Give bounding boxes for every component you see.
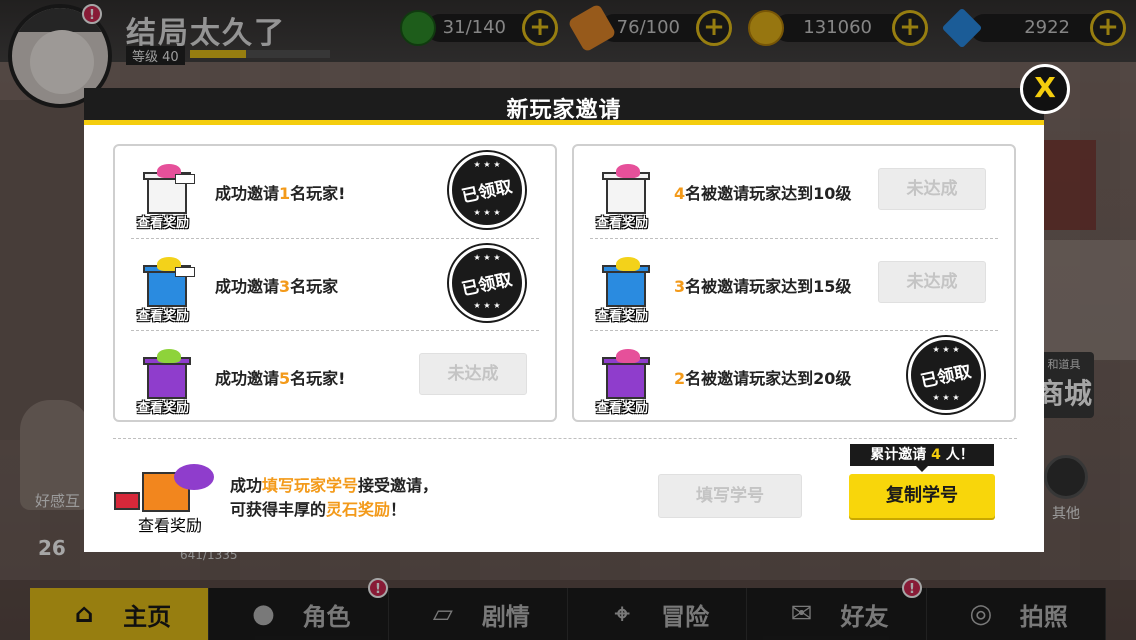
reward-row: 查看奖励 3名被邀请玩家达到15级 未达成: [590, 238, 998, 330]
gift-tag: [175, 174, 195, 184]
view-reward-label[interactable]: 查看奖励: [137, 305, 189, 324]
gift-box-icon: [606, 361, 646, 399]
reward-gift[interactable]: 查看奖励: [594, 164, 664, 231]
count-pre: 累计邀请: [870, 447, 927, 463]
invite-description: 成功填写玩家学号接受邀请， 可获得丰厚的灵石奖励！: [230, 474, 438, 522]
condition-num: 3: [279, 277, 291, 296]
condition-pre: 成功邀请: [215, 277, 280, 296]
gift-box-icon: [606, 269, 646, 307]
not-achieved-button[interactable]: 未达成: [419, 353, 527, 395]
gift-box-small-icon: [114, 492, 140, 510]
invite-dialog: 新玩家邀请 查看奖励 成功邀请1名玩家! ★ ★ ★ 已领取 ★ ★ ★ 查看奖励 …: [84, 88, 1044, 552]
reward-row: 查看奖励 成功邀请3名玩家 ★ ★ ★ 已领取 ★ ★ ★: [131, 238, 539, 330]
stamp-stars-icon: ★ ★ ★: [473, 253, 501, 262]
reward-row: 查看奖励 4名被邀请玩家达到10级 未达成: [590, 146, 998, 238]
reward-row: 查看奖励 成功邀请1名玩家! ★ ★ ★ 已领取 ★ ★ ★: [131, 146, 539, 238]
gift-bow-icon: [174, 464, 214, 490]
reward-condition: 成功邀请5名玩家!: [215, 365, 345, 389]
not-achieved-button[interactable]: 未达成: [878, 168, 986, 210]
reward-row: 查看奖励 2名被邀请玩家达到20级 ★ ★ ★ 已领取 ★ ★ ★: [590, 330, 998, 422]
reward-condition: 成功邀请1名玩家!: [215, 180, 345, 204]
condition-num: 4: [674, 184, 686, 203]
view-reward-label[interactable]: 查看奖励: [596, 305, 648, 324]
desc-pre: 成功: [230, 476, 263, 495]
condition-num: 5: [279, 369, 291, 388]
desc-highlight: 灵石奖励: [326, 500, 391, 519]
invite-description-line1: 成功填写玩家学号接受邀请，: [230, 474, 438, 498]
stamp-stars-icon: ★ ★ ★: [473, 160, 501, 169]
desc-highlight: 填写玩家学号: [262, 476, 359, 495]
view-reward-label[interactable]: 查看奖励: [596, 397, 648, 416]
condition-pre: 成功邀请: [215, 369, 280, 388]
condition-post: 名玩家: [290, 277, 339, 296]
stamp-stars-icon: ★ ★ ★: [473, 301, 501, 310]
reward-row: 查看奖励 成功邀请5名玩家! 未达成: [131, 330, 539, 422]
condition-num: 1: [279, 184, 291, 203]
stamp-stars-icon: ★ ★ ★: [932, 393, 960, 402]
condition-num: 2: [674, 369, 686, 388]
view-reward-label[interactable]: 查看奖励: [137, 397, 189, 416]
desc-pre: 可获得丰厚的: [230, 500, 327, 519]
reward-gift[interactable]: 查看奖励: [135, 164, 205, 231]
condition-pre: 成功邀请: [215, 184, 280, 203]
invite-count-rewards-panel: 查看奖励 成功邀请1名玩家! ★ ★ ★ 已领取 ★ ★ ★ 查看奖励 成功邀请3名…: [113, 144, 557, 422]
condition-post: 名玩家!: [290, 369, 346, 388]
claimed-label: 已领取: [918, 361, 974, 393]
reward-gift[interactable]: 查看奖励: [594, 257, 664, 324]
dialog-header: 新玩家邀请: [84, 88, 1044, 125]
reward-condition: 成功邀请3名玩家: [215, 273, 338, 297]
reward-condition: 3名被邀请玩家达到15级: [674, 273, 851, 297]
claimed-stamp: ★ ★ ★ 已领取 ★ ★ ★: [449, 245, 525, 321]
gift-bow-icon: [616, 164, 640, 178]
reward-gift[interactable]: 查看奖励: [135, 349, 205, 416]
invite-description-line2: 可获得丰厚的灵石奖励！: [230, 498, 438, 522]
reward-gift[interactable]: 查看奖励: [114, 464, 224, 536]
fill-student-id-button[interactable]: 填写学号: [658, 474, 802, 518]
gift-bow-icon: [616, 349, 640, 363]
condition-post: 名被邀请玩家达到10级: [685, 184, 852, 203]
dialog-title: 新玩家邀请: [506, 98, 622, 123]
stamp-stars-icon: ★ ★ ★: [932, 345, 960, 354]
invitee-level-rewards-panel: 查看奖励 4名被邀请玩家达到10级 未达成 查看奖励 3名被邀请玩家达到15级 …: [572, 144, 1016, 422]
count-post: 人！: [945, 447, 974, 463]
not-achieved-button[interactable]: 未达成: [878, 261, 986, 303]
condition-post: 名玩家!: [290, 184, 346, 203]
gift-box-icon: [606, 176, 646, 214]
reward-condition: 2名被邀请玩家达到20级: [674, 365, 851, 389]
condition-post: 名被邀请玩家达到20级: [685, 369, 852, 388]
claimed-label: 已领取: [459, 176, 515, 208]
stamp-stars-icon: ★ ★ ★: [473, 208, 501, 217]
gift-bow-icon: [616, 257, 640, 271]
view-reward-label[interactable]: 查看奖励: [138, 512, 202, 536]
desc-post: ！: [390, 500, 407, 519]
gift-tag: [175, 267, 195, 277]
count-num: 4: [931, 447, 941, 463]
close-icon[interactable]: X: [1020, 64, 1070, 114]
view-reward-label[interactable]: 查看奖励: [596, 212, 648, 231]
gift-bow-icon: [157, 349, 181, 363]
condition-post: 名被邀请玩家达到15级: [685, 277, 852, 296]
invite-count-tooltip: 累计邀请 4 人！: [850, 444, 994, 472]
claimed-stamp: ★ ★ ★ 已领取 ★ ★ ★: [449, 152, 525, 228]
section-divider: [113, 438, 1017, 439]
gift-box-icon: [147, 361, 187, 399]
reward-condition: 4名被邀请玩家达到10级: [674, 180, 851, 204]
view-reward-label[interactable]: 查看奖励: [137, 212, 189, 231]
claimed-label: 已领取: [459, 269, 515, 301]
reward-gift[interactable]: 查看奖励: [135, 257, 205, 324]
reward-gift[interactable]: 查看奖励: [594, 349, 664, 416]
desc-post: 接受邀请，: [358, 476, 439, 495]
condition-num: 3: [674, 277, 686, 296]
copy-student-id-button[interactable]: 复制学号: [849, 474, 995, 518]
claimed-stamp: ★ ★ ★ 已领取 ★ ★ ★: [908, 337, 984, 413]
